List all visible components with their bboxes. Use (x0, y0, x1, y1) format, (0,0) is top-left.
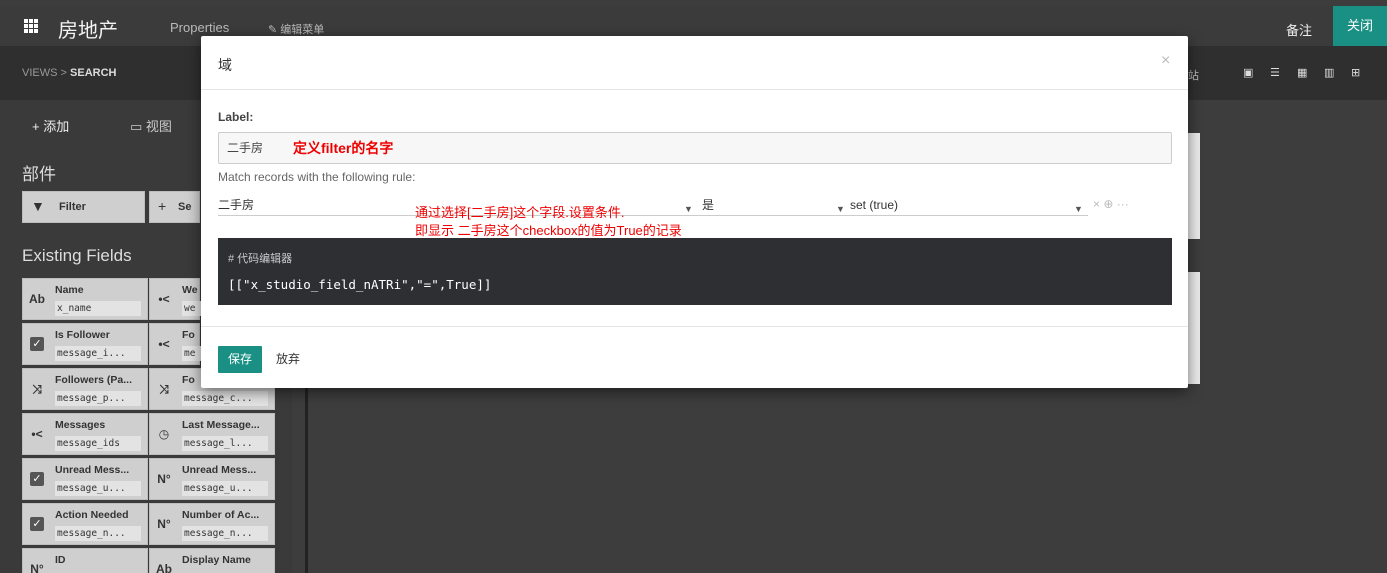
field-name: Action Needed (55, 509, 129, 521)
field-type-icon: •< (31, 427, 43, 441)
field-type-icon: N° (157, 517, 171, 531)
breadcrumb: VIEWS > SEARCH (22, 67, 117, 79)
domain-code[interactable]: [["x_studio_field_nATRi","=",True]] (228, 277, 491, 292)
funnel-icon: ▼ (31, 198, 45, 214)
field-type-icon: •< (158, 292, 170, 306)
edit-menu-link[interactable]: ✎ 编辑菜单 (268, 21, 324, 37)
list-view-icon[interactable]: ☰ (1270, 67, 1284, 79)
field-card[interactable]: ◷ Last Message... message_l... (149, 413, 275, 455)
tab-add[interactable]: + 添加 (32, 116, 69, 135)
code-editor-title: # 代码编辑器 (228, 253, 293, 265)
field-name: Display Name (182, 554, 251, 566)
field-type-icon: ✓ (23, 504, 51, 544)
components-heading: 部件 (22, 165, 56, 184)
annotation-filter-name: 定义filter的名字 (293, 140, 394, 156)
field-type-icon: ◷ (158, 427, 170, 441)
existing-fields-heading: Existing Fields (22, 246, 132, 265)
field-name: Messages (55, 419, 106, 431)
field-technical-name: message_l... (182, 436, 268, 451)
field-technical-name: x_name (55, 301, 141, 316)
field-card[interactable]: N° Unread Mess... message_u... (149, 458, 275, 500)
field-card[interactable]: •< Fo me (149, 323, 268, 365)
field-type-icon: •< (158, 337, 170, 351)
rule-value-select[interactable]: set (true) ▼ (848, 196, 1088, 216)
apps-grid-icon[interactable] (24, 19, 38, 33)
pivot-view-icon[interactable]: ⊞ (1351, 67, 1365, 79)
field-type-icon: Ab (29, 292, 45, 306)
close-studio-button[interactable]: 关闭 (1333, 6, 1387, 46)
field-technical-name: message_n... (55, 526, 141, 541)
field-type-icon: N° (157, 472, 171, 486)
field-technical-name: message_n... (182, 526, 268, 541)
field-card[interactable]: Ab Name x_name (22, 278, 148, 320)
field-card[interactable]: N° Number of Ac... message_n... (149, 503, 275, 545)
rule-actions[interactable]: × ⊕ ··· (1093, 197, 1129, 211)
filter-component[interactable]: ▼ Filter (22, 191, 145, 223)
field-name: Unread Mess... (55, 464, 130, 476)
field-type-icon: N° (30, 562, 44, 573)
code-editor[interactable]: # 代码编辑器 [["x_studio_field_nATRi","=",Tru… (218, 238, 1172, 305)
field-card[interactable]: N° ID (22, 548, 148, 573)
dialog-header: 域 × (201, 36, 1188, 90)
breadcrumb-search: SEARCH (70, 67, 117, 79)
kanban-view-icon[interactable]: ▦ (1297, 67, 1311, 79)
rule-caption: Match records with the following rule: (218, 170, 416, 184)
field-technical-name: message_ids (55, 436, 141, 451)
separator-component[interactable]: + Se (149, 191, 200, 223)
label-caption: Label: (218, 110, 254, 124)
discard-button[interactable]: 放弃 (276, 346, 300, 373)
field-card[interactable]: ✓ Is Follower message_i... (22, 323, 148, 365)
close-icon[interactable]: × (1161, 52, 1170, 70)
field-technical-name: message_p... (55, 391, 141, 406)
field-type-icon: Ab (156, 562, 172, 573)
domain-rule-row: 二手房 ▼ 是 ▼ set (true) ▼ × ⊕ ··· (218, 196, 1172, 218)
caret-down-icon: ▼ (1074, 204, 1083, 214)
field-type-icon: ✓ (23, 324, 51, 364)
field-card[interactable]: ⤨ Followers (Pa... message_p... (22, 368, 148, 410)
field-technical-name: message_u... (182, 481, 268, 496)
monitor-icon: ▭ (130, 119, 146, 134)
field-type-icon: ⤨ (32, 381, 42, 396)
field-type-icon: ⤨ (159, 381, 169, 396)
field-card[interactable]: Ab Display Name (149, 548, 275, 573)
dialog-title: 域 (218, 57, 232, 73)
graph-view-icon[interactable]: ▥ (1324, 67, 1338, 79)
field-card[interactable]: •< Messages message_ids (22, 413, 148, 455)
canvas-divider (305, 385, 308, 573)
breadcrumb-views[interactable]: VIEWS (22, 67, 57, 79)
form-view-icon[interactable]: ▣ (1243, 67, 1257, 79)
field-technical-name: message_u... (55, 481, 141, 496)
field-name: Number of Ac... (182, 509, 260, 521)
field-name: ID (55, 554, 66, 566)
caret-down-icon: ▼ (684, 204, 693, 214)
website-link[interactable]: 站 (1188, 67, 1199, 83)
field-technical-name: message_c... (182, 391, 268, 406)
tab-view[interactable]: ▭ 视图 (130, 116, 172, 135)
field-technical-name: message_i... (55, 346, 141, 361)
notes-button[interactable]: 备注 (1286, 20, 1312, 39)
field-name: Followers (Pa... (55, 374, 133, 386)
canvas-panel (1188, 133, 1200, 239)
field-type-icon: ✓ (23, 459, 51, 499)
save-button[interactable]: 保存 (218, 346, 262, 373)
field-card[interactable]: •< We we (149, 278, 268, 320)
plus-icon: + (158, 198, 167, 214)
domain-dialog: 域 × Label: 二手房 定义filter的名字 Match records… (201, 36, 1188, 388)
app-title[interactable]: 房地产 (58, 14, 118, 43)
field-card[interactable]: ✓ Unread Mess... message_u... (22, 458, 148, 500)
field-name: Name (55, 284, 84, 296)
menu-properties[interactable]: Properties (170, 20, 229, 35)
caret-down-icon: ▼ (836, 204, 845, 214)
annotation-rule: 通过选择[二手房]这个字段.设置条件. 即显示 二手房这个checkbox的值为… (415, 205, 682, 238)
dialog-footer: 保存 放弃 (201, 326, 1188, 388)
field-name: Unread Mess... (182, 464, 257, 476)
field-name: Last Message... (182, 419, 260, 431)
field-card[interactable]: ✓ Action Needed message_n... (22, 503, 148, 545)
canvas-panel (1188, 272, 1200, 384)
rule-operator-select[interactable]: ▼ 是 ▼ (684, 196, 848, 216)
field-name: Is Follower (55, 329, 110, 341)
view-switcher: ▣ ☰ ▦ ▥ ⊞ (1243, 67, 1365, 79)
